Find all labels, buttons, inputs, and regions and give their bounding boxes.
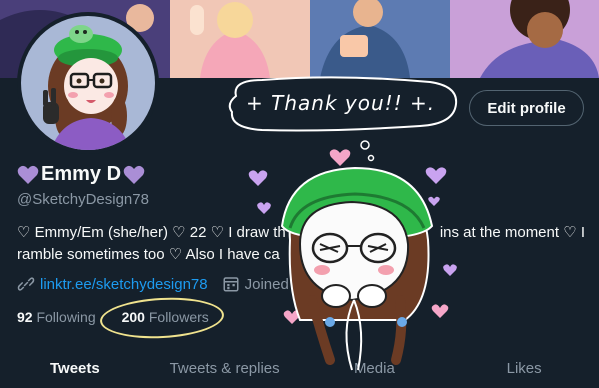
pink-heart-icon xyxy=(283,310,301,324)
following-label: Following xyxy=(36,309,96,325)
following-link[interactable]: 92 Following xyxy=(17,309,96,325)
profile-avatar[interactable] xyxy=(17,12,159,154)
speech-bubble-text: + Thank you!! +. xyxy=(246,91,436,115)
purple-heart-icon xyxy=(17,165,39,184)
display-name-row: Emmy D xyxy=(17,163,145,186)
profile-tabs: Tweets Tweets & replies Media Likes xyxy=(0,348,599,388)
following-count: 92 xyxy=(17,309,33,325)
avatar-illustration xyxy=(21,16,155,150)
tab-tweets-replies[interactable]: Tweets & replies xyxy=(150,348,300,388)
purple-heart-icon xyxy=(425,167,447,184)
purple-heart-icon xyxy=(123,165,145,184)
joined-date: Joined A xyxy=(244,275,303,293)
tab-likes[interactable]: Likes xyxy=(449,348,599,388)
purple-heart-icon xyxy=(257,202,271,214)
profile-meta: linktr.ee/sketchydesign78 Joined A xyxy=(17,275,302,293)
character-drawing xyxy=(280,166,434,371)
bio-line-1: ♡ Emmy/Em (she/her) ♡ 22 ♡ I draw th xyxy=(17,224,286,241)
purple-heart-icon xyxy=(428,196,440,206)
profile-bio: ♡ Emmy/Em (she/her) ♡ 22 ♡ I draw th ins… xyxy=(17,222,585,266)
tab-tweets[interactable]: Tweets xyxy=(0,348,150,388)
purple-heart-icon xyxy=(443,264,457,276)
followers-highlight-circle xyxy=(99,294,225,342)
profile-website-link[interactable]: linktr.ee/sketchydesign78 xyxy=(40,276,208,293)
bio-line-2: ramble sometimes too ♡ Also I have ca xyxy=(17,246,280,263)
link-icon xyxy=(17,277,35,291)
pink-heart-icon xyxy=(329,149,351,166)
tab-media[interactable]: Media xyxy=(300,348,450,388)
pink-heart-icon xyxy=(431,304,449,318)
edit-profile-button[interactable]: Edit profile xyxy=(469,90,584,126)
thought-dot xyxy=(367,154,375,162)
bio-line-1-right: ins at the moment ♡ I xyxy=(439,224,585,241)
display-name: Emmy D xyxy=(41,163,122,185)
calendar-icon xyxy=(223,277,239,292)
thought-dot xyxy=(360,140,370,150)
user-handle: @SketchyDesign78 xyxy=(17,191,149,208)
purple-heart-icon xyxy=(248,170,268,186)
